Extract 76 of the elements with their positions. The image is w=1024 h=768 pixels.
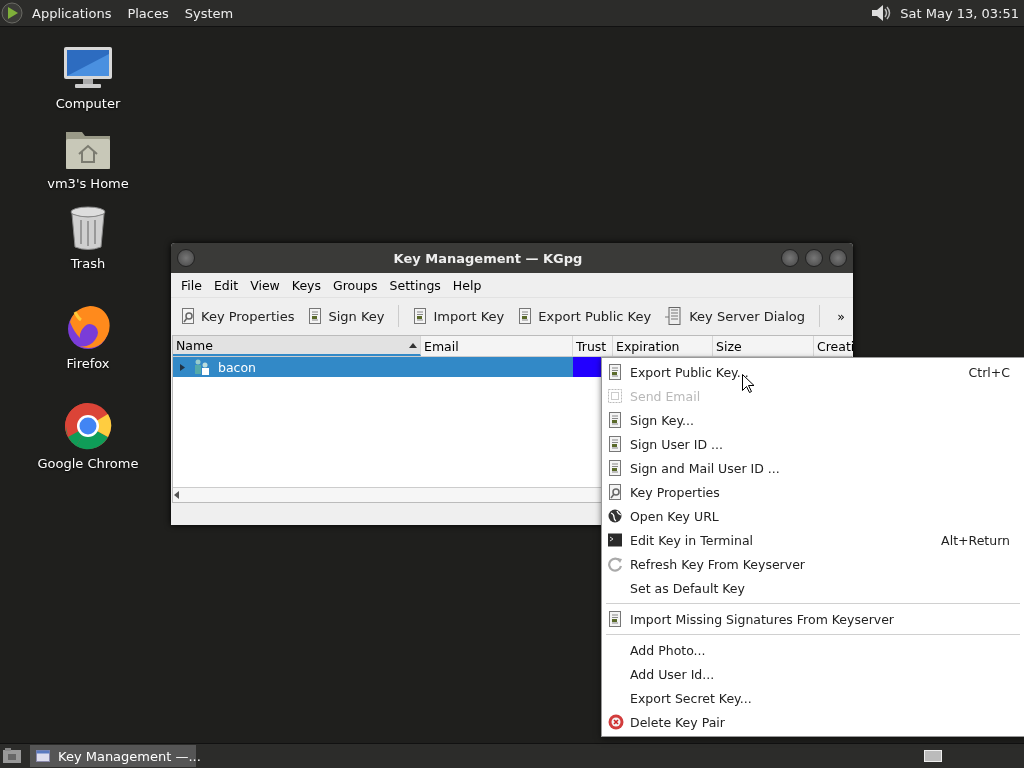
panel-menu[interactable]: Applications [24,5,120,21]
toolbar-button[interactable]: Export Public Key [512,304,658,328]
panel-menu[interactable]: System [176,5,242,21]
menu-item[interactable]: Edit Key in Terminal Alt+Return [602,528,1024,552]
toolbar-button[interactable]: Import Key [407,304,511,328]
magnifier-document-icon [608,484,622,500]
show-desktop-icon[interactable] [2,747,22,765]
horizontal-scrollbar[interactable] [173,487,601,502]
desktop-icon-label[interactable]: Google Chrome [37,456,139,471]
desktop-icon-label[interactable]: vm3's Home [47,176,129,191]
scroll-left-icon[interactable] [173,491,181,499]
menu-bar-item[interactable]: File [175,277,208,293]
toolbar-button[interactable]: Key Server Dialog [659,303,812,329]
menu-item[interactable]: Set as Default Key [602,576,1024,600]
menu-item[interactable]: Sign User ID ... [602,432,1024,456]
document-icon [608,436,622,452]
trash-icon [69,206,107,250]
toolbar-button[interactable]: Sign Key [302,304,391,328]
key-pair-icon [194,359,210,375]
delete-icon [608,714,624,730]
column-header[interactable]: Name [173,336,421,356]
column-header[interactable]: Size [713,336,814,356]
magnifier-document-icon [181,308,195,324]
sort-arrow-icon [409,342,417,348]
document-icon [413,308,428,324]
window-title: Key Management — KGpg [392,250,584,266]
minimize-button[interactable] [781,249,799,267]
menu-item[interactable]: Open Key URL [602,504,1024,528]
fox-globe-icon [65,304,111,350]
menu-item[interactable]: Sign Key... [602,408,1024,432]
document-icon [608,460,622,476]
speaker-icon[interactable] [870,2,893,24]
document-icon [608,364,622,380]
menu-item[interactable]: Add User Id... [602,662,1024,686]
menu-bar-item[interactable]: Groups [327,277,384,293]
terminal-icon [608,533,622,547]
menu-item[interactable]: Refresh Key From Keyserver [602,552,1024,576]
menu-item[interactable]: Delete Key Pair [602,710,1024,734]
window-icon [36,750,50,762]
menu-bar-item[interactable]: Edit [207,277,245,293]
overflow-button[interactable]: » [833,308,849,324]
menu-item[interactable]: Add Photo... [602,638,1024,662]
panel-menu[interactable]: Places [119,5,177,21]
document-icon [308,308,323,324]
document-icon [608,611,622,627]
menu-item[interactable]: Key Properties [602,480,1024,504]
column-header[interactable]: Creati [814,336,853,356]
column-header[interactable]: Trust [573,336,613,356]
desktop-icon-label[interactable]: Computer [55,96,121,111]
window-menu-button[interactable] [177,249,195,267]
menu-bar-item[interactable]: Settings [383,277,447,293]
menu-bar-item[interactable]: Keys [285,277,327,293]
clock[interactable]: Sat May 13, 03:51 [892,5,1024,21]
menu-item[interactable]: Import Missing Signatures From Keyserver [602,607,1024,631]
globe-icon [608,509,622,523]
menu-logo-icon [0,2,24,24]
server-icon [665,307,684,325]
dashed-envelope-icon [608,389,622,403]
maximize-button[interactable] [805,249,823,267]
desktop-icon-label[interactable]: Trash [70,256,106,271]
document-icon [608,412,622,428]
document-icon [518,308,533,324]
refresh-icon [608,556,623,572]
menu-item[interactable]: Sign and Mail User ID ... [602,456,1024,480]
expand-arrow-icon[interactable] [179,363,186,371]
menu-bar-item[interactable]: Help [446,277,488,293]
computer-icon [63,46,113,90]
key-name: bacon [218,359,257,375]
menu-bar-item[interactable]: View [244,277,286,293]
desktop-icon-label[interactable]: Firefox [66,356,110,371]
menu-item[interactable]: Export Public Key... Ctrl+C [602,360,1024,384]
toolbar-button[interactable]: Key Properties [175,304,301,328]
close-button[interactable] [829,249,847,267]
table-row[interactable]: bacon [173,357,573,377]
menu-item[interactable]: Export Secret Key... [602,686,1024,710]
ring-logo-icon [64,402,112,450]
